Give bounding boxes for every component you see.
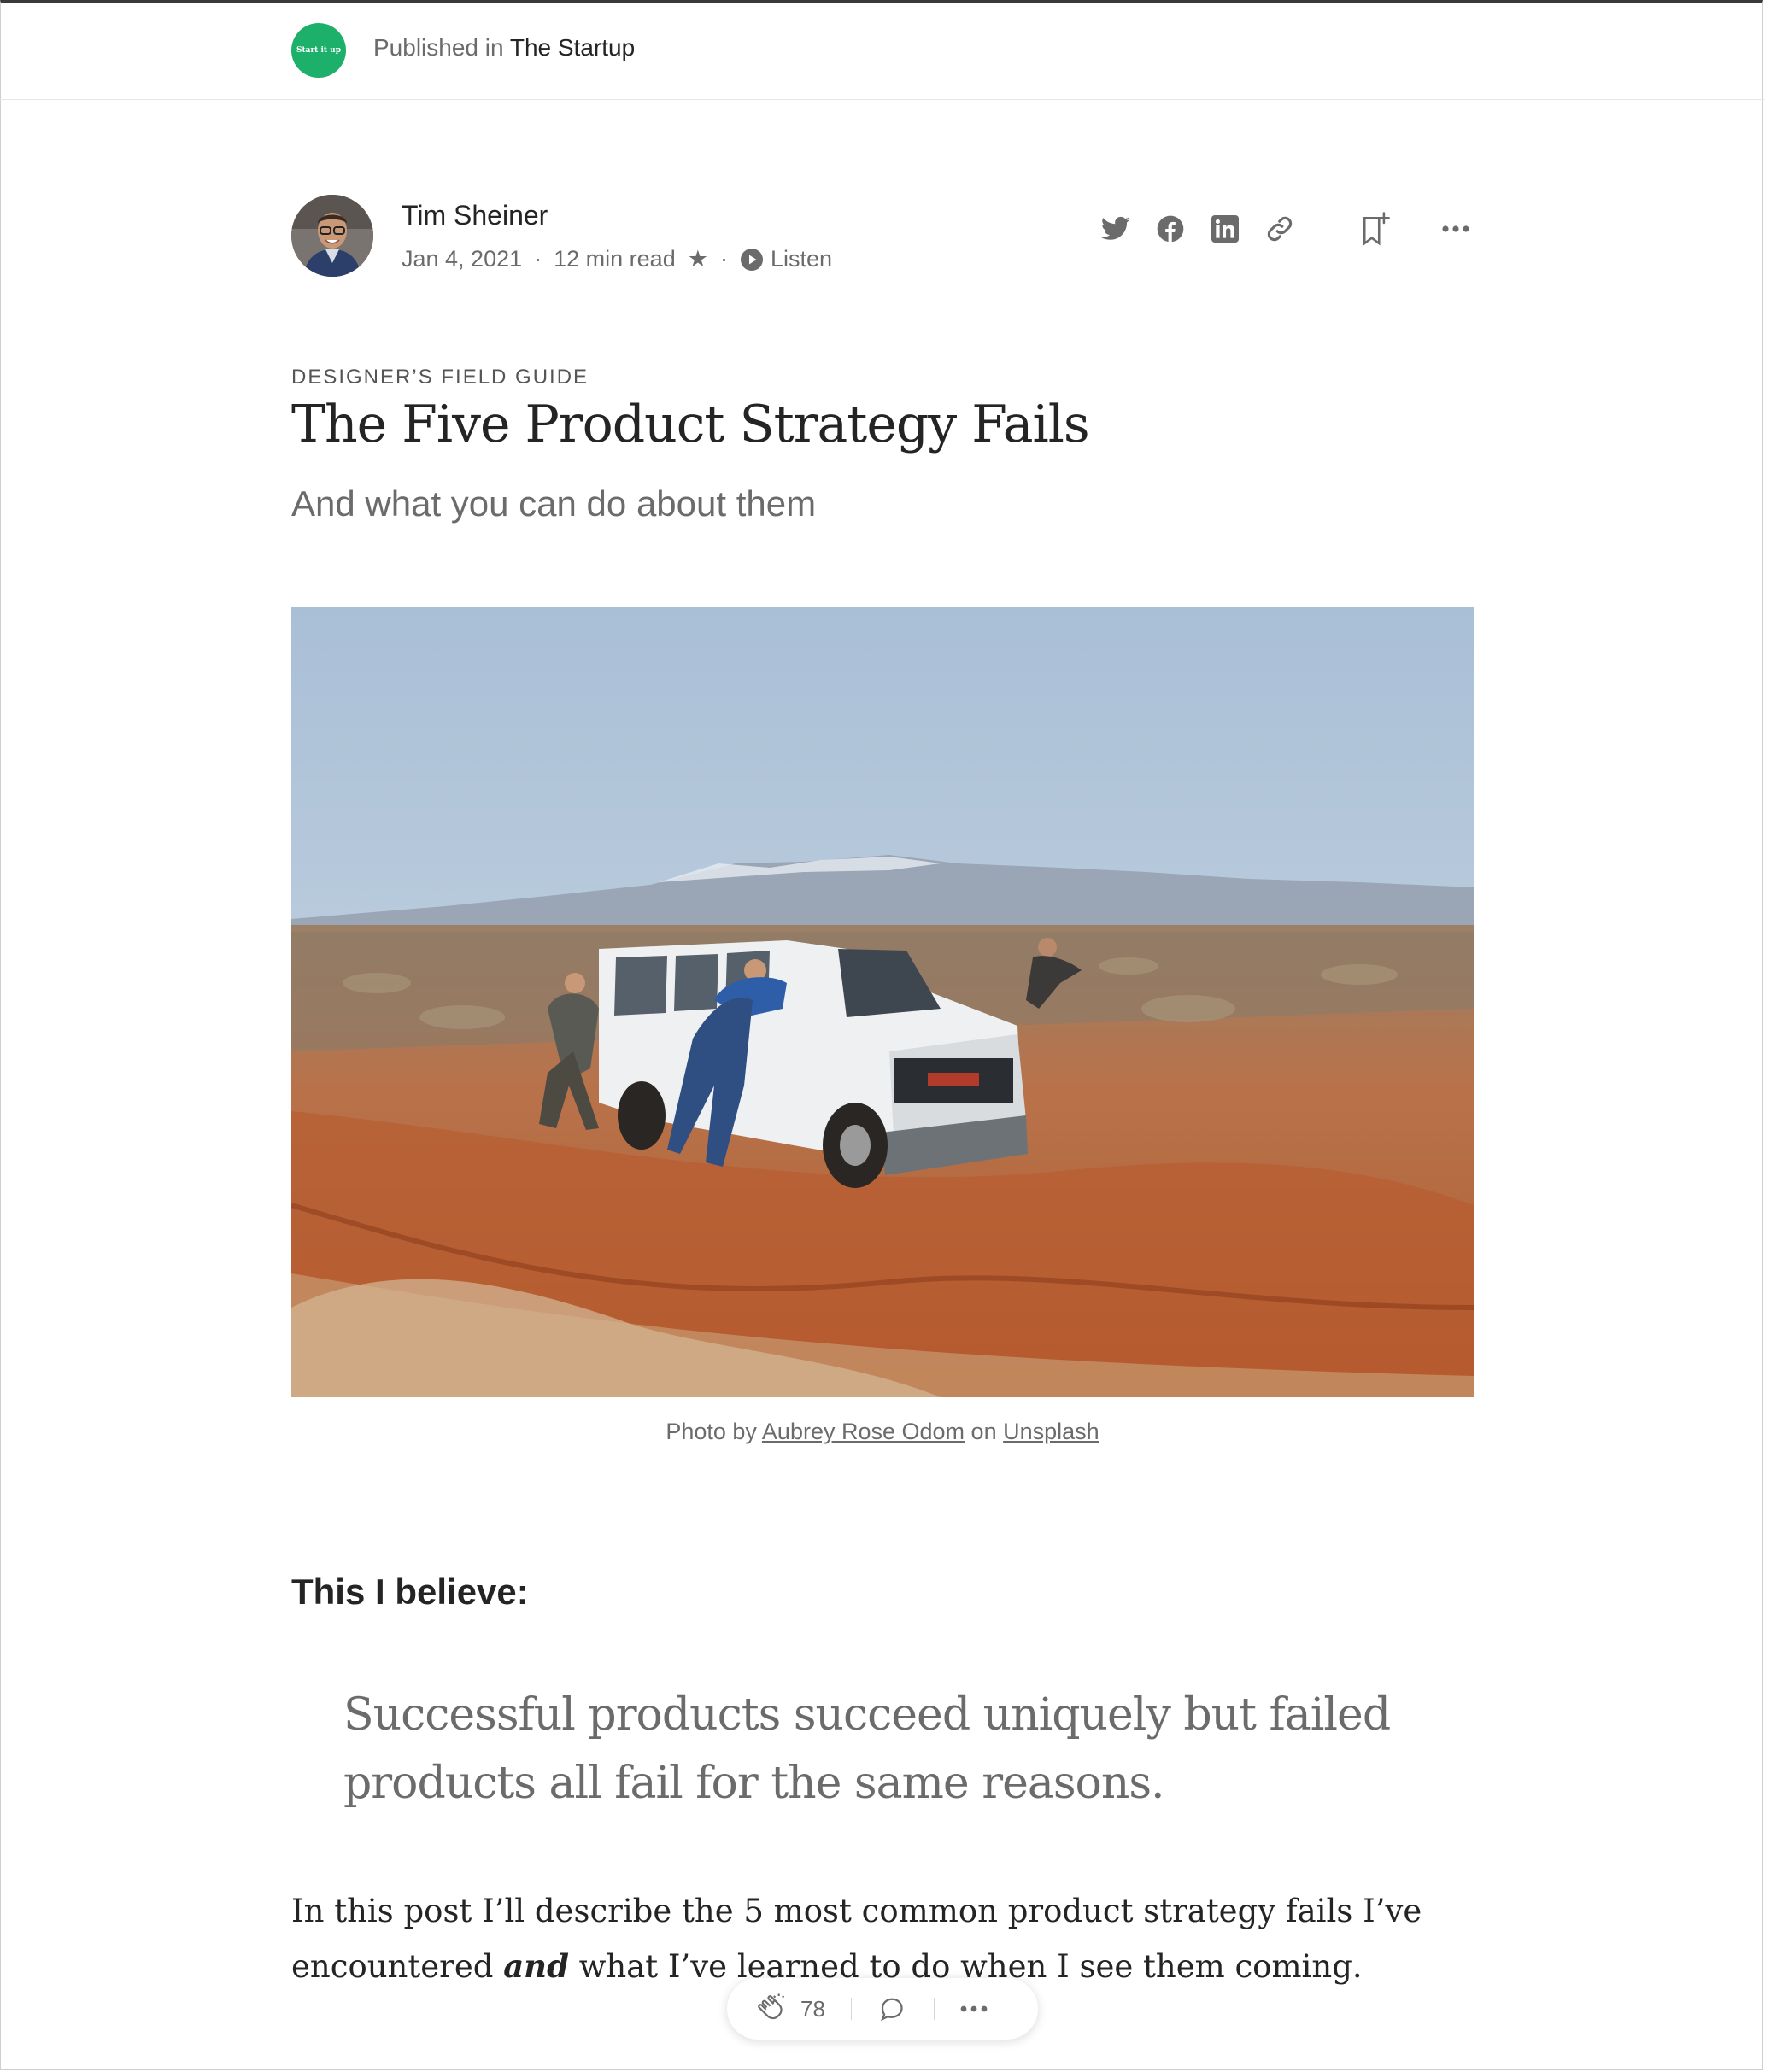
- caption-prefix: Photo by: [666, 1419, 757, 1444]
- clap-button[interactable]: 78: [756, 1992, 825, 2026]
- published-in-label: Published in: [373, 34, 504, 61]
- comment-icon[interactable]: [872, 1988, 913, 2029]
- read-time: 12 min read: [554, 246, 676, 272]
- publication-bar: Start it up Published in The Startup: [0, 0, 1765, 100]
- image-caption: Photo by Aubrey Rose Odom on Unsplash: [0, 1419, 1765, 1445]
- share-icons: [1095, 208, 1300, 249]
- member-star-icon: ★: [687, 246, 708, 272]
- linkedin-icon[interactable]: [1205, 208, 1246, 249]
- floating-action-bar: 78: [727, 1978, 1038, 2040]
- paragraph-emphasis: and: [503, 1947, 569, 1985]
- caption-author-link[interactable]: Aubrey Rose Odom: [762, 1419, 965, 1444]
- author-avatar[interactable]: [291, 195, 373, 277]
- author-name[interactable]: Tim Sheiner: [402, 200, 548, 231]
- publication-name-link[interactable]: The Startup: [510, 34, 635, 61]
- listen-label: Listen: [770, 246, 832, 272]
- meta-separator: ·: [719, 246, 728, 272]
- article-kicker: DESIGNER’S FIELD GUIDE: [291, 366, 589, 389]
- link-icon[interactable]: [1259, 208, 1300, 249]
- play-icon: [740, 248, 763, 271]
- article-meta: Jan 4, 2021 · 12 min read ★ · Listen: [402, 246, 832, 272]
- article-title: The Five Product Strategy Fails: [291, 395, 1090, 454]
- publish-date: Jan 4, 2021: [402, 246, 523, 272]
- more-actions-icon[interactable]: [953, 1988, 994, 2029]
- bookmark-add-icon[interactable]: [1355, 208, 1396, 249]
- section-heading: This I believe:: [291, 1572, 529, 1612]
- clap-icon: [758, 1993, 785, 2020]
- save-controls: [1355, 208, 1476, 249]
- hero-image: [291, 607, 1474, 1397]
- meta-separator: ·: [534, 246, 542, 272]
- action-separator: [933, 1998, 935, 2020]
- listen-button[interactable]: Listen: [740, 246, 832, 272]
- article-subtitle: And what you can do about them: [291, 483, 817, 524]
- published-in-text: Published in The Startup: [373, 34, 635, 61]
- publication-logo[interactable]: Start it up: [291, 23, 346, 78]
- publication-logo-text: Start it up: [296, 46, 342, 55]
- action-separator: [850, 1998, 852, 2020]
- clap-count: 78: [800, 1995, 825, 2022]
- more-options-icon[interactable]: [1435, 208, 1476, 249]
- facebook-icon[interactable]: [1150, 208, 1191, 249]
- caption-mid: on: [970, 1419, 997, 1444]
- caption-source-link[interactable]: Unsplash: [1003, 1419, 1099, 1444]
- twitter-icon[interactable]: [1095, 208, 1136, 249]
- pull-quote: Successful products succeed uniquely but…: [343, 1689, 1391, 1809]
